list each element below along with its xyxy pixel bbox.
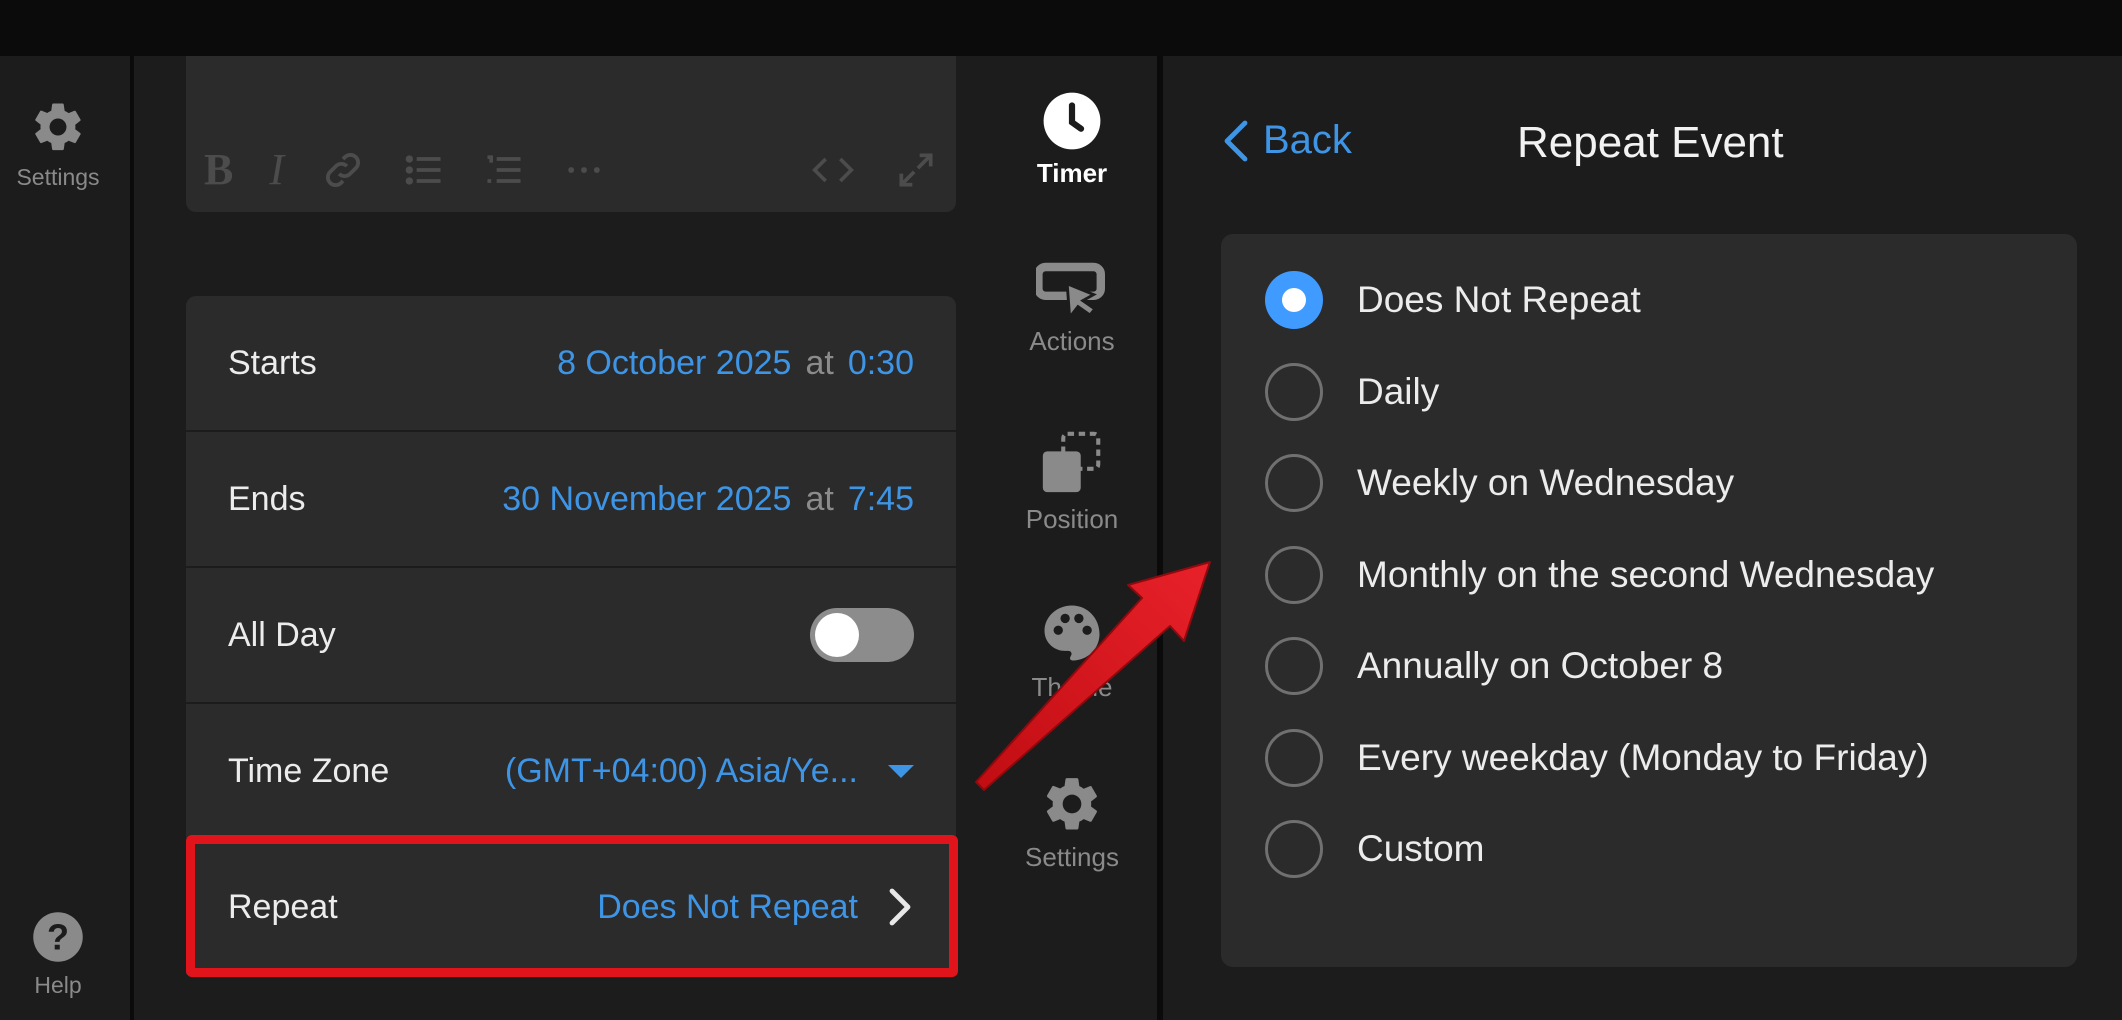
more-icon[interactable]: [562, 148, 606, 192]
top-bar: [0, 0, 2122, 56]
timer-label: Timer: [1036, 158, 1108, 188]
radio-unselected[interactable]: [1265, 637, 1323, 695]
time-zone-row[interactable]: Time Zone (GMT+04:00) Asia/Ye...: [186, 704, 956, 840]
radio-unselected[interactable]: [1265, 729, 1323, 787]
starts-time[interactable]: 0:30: [848, 344, 914, 383]
position-tool[interactable]: Position: [984, 428, 1160, 535]
radio-unselected[interactable]: [1265, 820, 1323, 878]
description-editor[interactable]: B I: [186, 56, 956, 212]
panel-title: Repeat Event: [1517, 118, 1784, 167]
repeat-option-label: Annually on October 8: [1357, 645, 1724, 686]
numbered-list-icon[interactable]: [482, 148, 526, 192]
repeat-event-panel: Back Repeat Event Does Not Repeat Daily …: [1163, 56, 2122, 1020]
repeat-label: Repeat: [228, 887, 338, 926]
repeat-row[interactable]: Repeat Does Not Repeat: [186, 840, 956, 976]
repeat-option-label: Monthly on the second Wednesday: [1357, 554, 1935, 595]
formatting-toolbar: B I: [204, 144, 938, 196]
radio-unselected[interactable]: [1265, 363, 1323, 421]
ends-date[interactable]: 30 November 2025: [502, 480, 791, 519]
gear-icon: [35, 103, 81, 151]
link-icon[interactable]: [320, 147, 366, 193]
starts-label: Starts: [228, 343, 317, 382]
toggle-knob: [815, 613, 859, 657]
timer-tool[interactable]: Timer: [984, 90, 1160, 189]
back-button[interactable]: Back: [1223, 118, 1352, 163]
repeat-option[interactable]: Weekly on Wednesday: [1265, 453, 1734, 513]
settings-tool[interactable]: Settings: [984, 772, 1160, 873]
repeat-option[interactable]: Annually on October 8: [1265, 636, 1723, 696]
repeat-option-label: Weekly on Wednesday: [1357, 462, 1735, 503]
help-nav-label: Help: [34, 972, 82, 998]
ends-at: at: [805, 479, 834, 518]
repeat-option[interactable]: Every weekday (Monday to Friday): [1265, 728, 1929, 788]
all-day-row: All Day: [186, 568, 956, 704]
theme-tool[interactable]: Theme: [984, 600, 1160, 703]
gear-icon: [1046, 778, 1097, 830]
repeat-option[interactable]: Daily: [1265, 362, 1439, 422]
position-label: Position: [1025, 504, 1119, 534]
repeat-options-card: Does Not Repeat Daily Weekly on Wednesda…: [1221, 234, 2077, 967]
clock-icon: [1043, 92, 1101, 150]
starts-at: at: [805, 343, 834, 382]
repeat-value[interactable]: Does Not Repeat: [597, 888, 858, 927]
ends-time[interactable]: 7:45: [848, 480, 914, 519]
ends-label: Ends: [228, 479, 306, 518]
help-nav-button[interactable]: ? Help: [0, 910, 116, 999]
actions-label: Actions: [1029, 326, 1115, 356]
expand-icon[interactable]: [894, 148, 938, 192]
code-icon[interactable]: [808, 148, 858, 192]
repeat-option[interactable]: Custom: [1265, 819, 1484, 879]
tool-rail: Timer Actions Position Theme Settings: [984, 56, 1160, 1020]
app-left-rail: Settings ? Help: [0, 56, 132, 1020]
svg-text:?: ?: [47, 916, 69, 957]
bold-icon[interactable]: B: [204, 148, 233, 192]
dropdown-caret-icon[interactable]: [888, 764, 914, 778]
time-zone-value[interactable]: (GMT+04:00) Asia/Ye...: [505, 752, 858, 791]
radio-unselected[interactable]: [1265, 546, 1323, 604]
help-icon: ?: [33, 912, 83, 962]
actions-tool[interactable]: Actions: [984, 262, 1160, 357]
settings-tool-label: Settings: [1025, 842, 1119, 872]
repeat-option-label: Daily: [1357, 371, 1440, 412]
cursor-click-icon: [1036, 262, 1105, 320]
event-settings-card: Starts 8 October 2025 at 0:30 Ends 30 No…: [186, 296, 956, 976]
repeat-option-label: Every weekday (Monday to Friday): [1357, 737, 1929, 778]
position-icon: [1042, 431, 1101, 493]
repeat-option[interactable]: Does Not Repeat: [1265, 270, 1641, 330]
settings-nav-label: Settings: [16, 164, 100, 190]
chevron-right-icon[interactable]: [888, 887, 914, 927]
italic-icon[interactable]: I: [269, 148, 284, 192]
all-day-toggle[interactable]: [810, 608, 914, 662]
repeat-option-label: Custom: [1357, 828, 1485, 869]
event-editor-column: B I Starts 8 October 2025 at 0:30 Ends 3…: [134, 56, 984, 1020]
radio-unselected[interactable]: [1265, 454, 1323, 512]
chevron-left-icon: [1224, 120, 1248, 161]
starts-row: Starts 8 October 2025 at 0:30: [186, 296, 956, 432]
starts-date[interactable]: 8 October 2025: [557, 344, 791, 383]
palette-icon: [1044, 605, 1100, 661]
time-zone-label: Time Zone: [228, 751, 390, 790]
repeat-option[interactable]: Monthly on the second Wednesday: [1265, 545, 1934, 605]
back-label: Back: [1263, 118, 1352, 162]
radio-selected[interactable]: [1265, 271, 1323, 329]
theme-label: Theme: [1031, 672, 1113, 702]
repeat-option-label: Does Not Repeat: [1357, 279, 1641, 320]
ends-row: Ends 30 November 2025 at 7:45: [186, 432, 956, 568]
bulleted-list-icon[interactable]: [402, 148, 446, 192]
settings-nav-button[interactable]: Settings: [0, 98, 116, 191]
all-day-label: All Day: [228, 615, 336, 654]
